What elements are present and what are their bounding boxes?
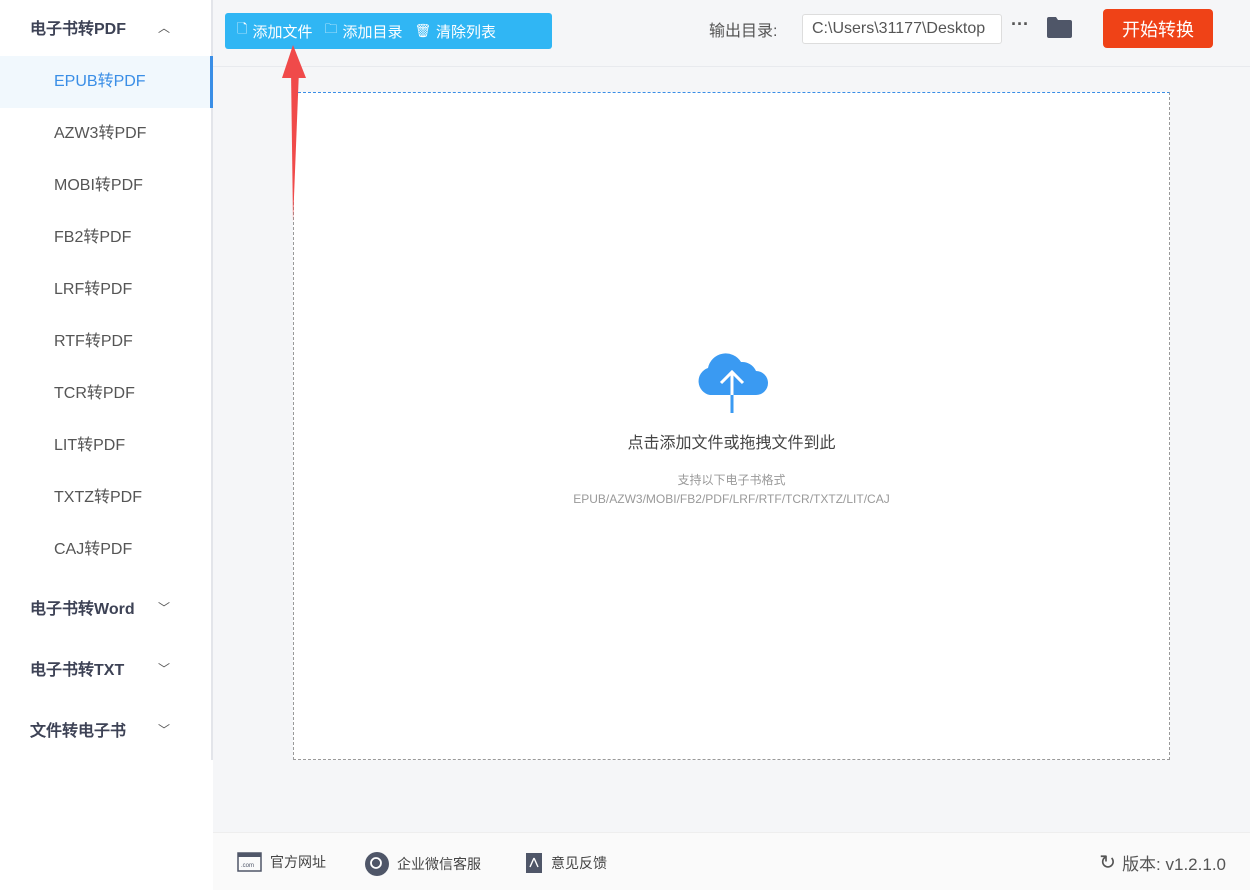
svg-text:.com: .com bbox=[241, 863, 254, 869]
sidebar-item-mobi-pdf[interactable]: MOBI转PDF bbox=[0, 160, 211, 212]
wechat-label: 企业微信客服 bbox=[397, 856, 481, 872]
website-icon: .com bbox=[237, 852, 262, 872]
sidebar-item-fb2-pdf[interactable]: FB2转PDF bbox=[0, 212, 211, 264]
chevron-down-icon: ﹀ bbox=[158, 600, 171, 615]
supported-formats-label: 支持以下电子书格式 bbox=[677, 473, 786, 487]
annotation-arrow-icon bbox=[282, 45, 306, 222]
group-label: 电子书转PDF bbox=[30, 21, 127, 38]
sidebar-item-rtf-pdf[interactable]: RTF转PDF bbox=[0, 316, 211, 368]
drop-zone[interactable]: 点击添加文件或拖拽文件到此 支持以下电子书格式 EPUB/AZW3/MOBI/FB… bbox=[293, 92, 1170, 760]
wechat-support-link[interactable]: 企业微信客服 bbox=[365, 852, 481, 876]
chevron-down-icon: ﹀ bbox=[158, 661, 171, 676]
clear-list-label: 清除列表 bbox=[436, 23, 497, 41]
version-label: 版本: v1.2.1.0 bbox=[1122, 855, 1226, 874]
cloud-upload-icon bbox=[698, 353, 768, 413]
folder-icon[interactable] bbox=[1047, 17, 1072, 38]
sidebar-item-tcr-pdf[interactable]: TCR转PDF bbox=[0, 368, 211, 420]
refresh-icon: ↻ bbox=[1099, 852, 1117, 874]
footer: .com 官方网址 企业微信客服 意见反馈 ↻ 版本: v1.2.1.0 bbox=[213, 832, 1250, 890]
folder-outline-icon: 🗀 bbox=[324, 21, 338, 36]
sidebar-item-epub-pdf[interactable]: EPUB转PDF bbox=[0, 56, 213, 108]
more-button[interactable]: ··· bbox=[1011, 14, 1029, 35]
sidebar-group-file-to-ebook[interactable]: 文件转电子书 ﹀ bbox=[30, 709, 180, 749]
sidebar-group-ebook-to-pdf[interactable]: 电子书转PDF ︿ bbox=[30, 7, 180, 47]
chevron-down-icon: ﹀ bbox=[158, 722, 171, 737]
group-label: 电子书转Word bbox=[30, 601, 135, 618]
sidebar-group-ebook-to-word[interactable]: 电子书转Word ﹀ bbox=[30, 587, 180, 627]
feedback-label: 意见反馈 bbox=[551, 855, 607, 871]
drop-hint: 支持以下电子书格式 EPUB/AZW3/MOBI/FB2/PDF/LRF/RTF/… bbox=[294, 471, 1169, 509]
sidebar-item-lit-pdf[interactable]: LIT转PDF bbox=[0, 420, 211, 472]
add-file-button[interactable]: 🗋 添加文件 bbox=[237, 20, 312, 42]
start-convert-button[interactable]: 开始转换 bbox=[1103, 9, 1213, 48]
toolbar: 🗋 添加文件 🗀 添加目录 🗑 清除列表 输出目录: C:\Users\31177\D… bbox=[213, 0, 1250, 67]
sidebar-divider bbox=[211, 0, 213, 760]
add-file-label: 添加文件 bbox=[252, 23, 313, 41]
wechat-icon bbox=[365, 852, 389, 876]
file-actions: 🗋 添加文件 🗀 添加目录 🗑 清除列表 bbox=[225, 13, 552, 49]
output-dir-label: 输出目录: bbox=[709, 23, 778, 40]
sidebar-group-ebook-to-txt[interactable]: 电子书转TXT ﹀ bbox=[30, 648, 180, 688]
sidebar: 电子书转PDF ︿ EPUB转PDF AZW3转PDF MOBI转PDF FB2转… bbox=[0, 0, 213, 890]
sidebar-item-lrf-pdf[interactable]: LRF转PDF bbox=[0, 264, 211, 316]
group-label: 文件转电子书 bbox=[30, 723, 127, 740]
sidebar-item-caj-pdf[interactable]: CAJ转PDF bbox=[0, 524, 211, 576]
sidebar-item-txtz-pdf[interactable]: TXTZ转PDF bbox=[0, 472, 211, 524]
file-icon: 🗋 bbox=[237, 21, 248, 36]
add-folder-label: 添加目录 bbox=[342, 23, 403, 41]
output-dir-input[interactable]: C:\Users\31177\Desktop bbox=[802, 14, 1002, 44]
website-label: 官方网址 bbox=[270, 854, 326, 870]
trash-icon: 🗑 bbox=[414, 23, 432, 38]
drop-title: 点击添加文件或拖拽文件到此 bbox=[627, 435, 836, 452]
feedback-link[interactable]: 意见反馈 bbox=[525, 852, 607, 874]
clear-list-button[interactable]: 🗑 清除列表 bbox=[415, 21, 497, 42]
group-label: 电子书转TXT bbox=[30, 662, 125, 679]
sidebar-item-azw3-pdf[interactable]: AZW3转PDF bbox=[0, 108, 211, 160]
add-folder-button[interactable]: 🗀 添加目录 bbox=[324, 20, 402, 42]
feedback-icon bbox=[526, 853, 542, 873]
chevron-up-icon: ︿ bbox=[158, 20, 171, 35]
version-info[interactable]: ↻ 版本: v1.2.1.0 bbox=[1099, 850, 1226, 875]
supported-formats-list: EPUB/AZW3/MOBI/FB2/PDF/LRF/RTF/TCR/TXTZ/… bbox=[573, 492, 890, 506]
website-link[interactable]: .com 官方网址 bbox=[237, 852, 326, 872]
